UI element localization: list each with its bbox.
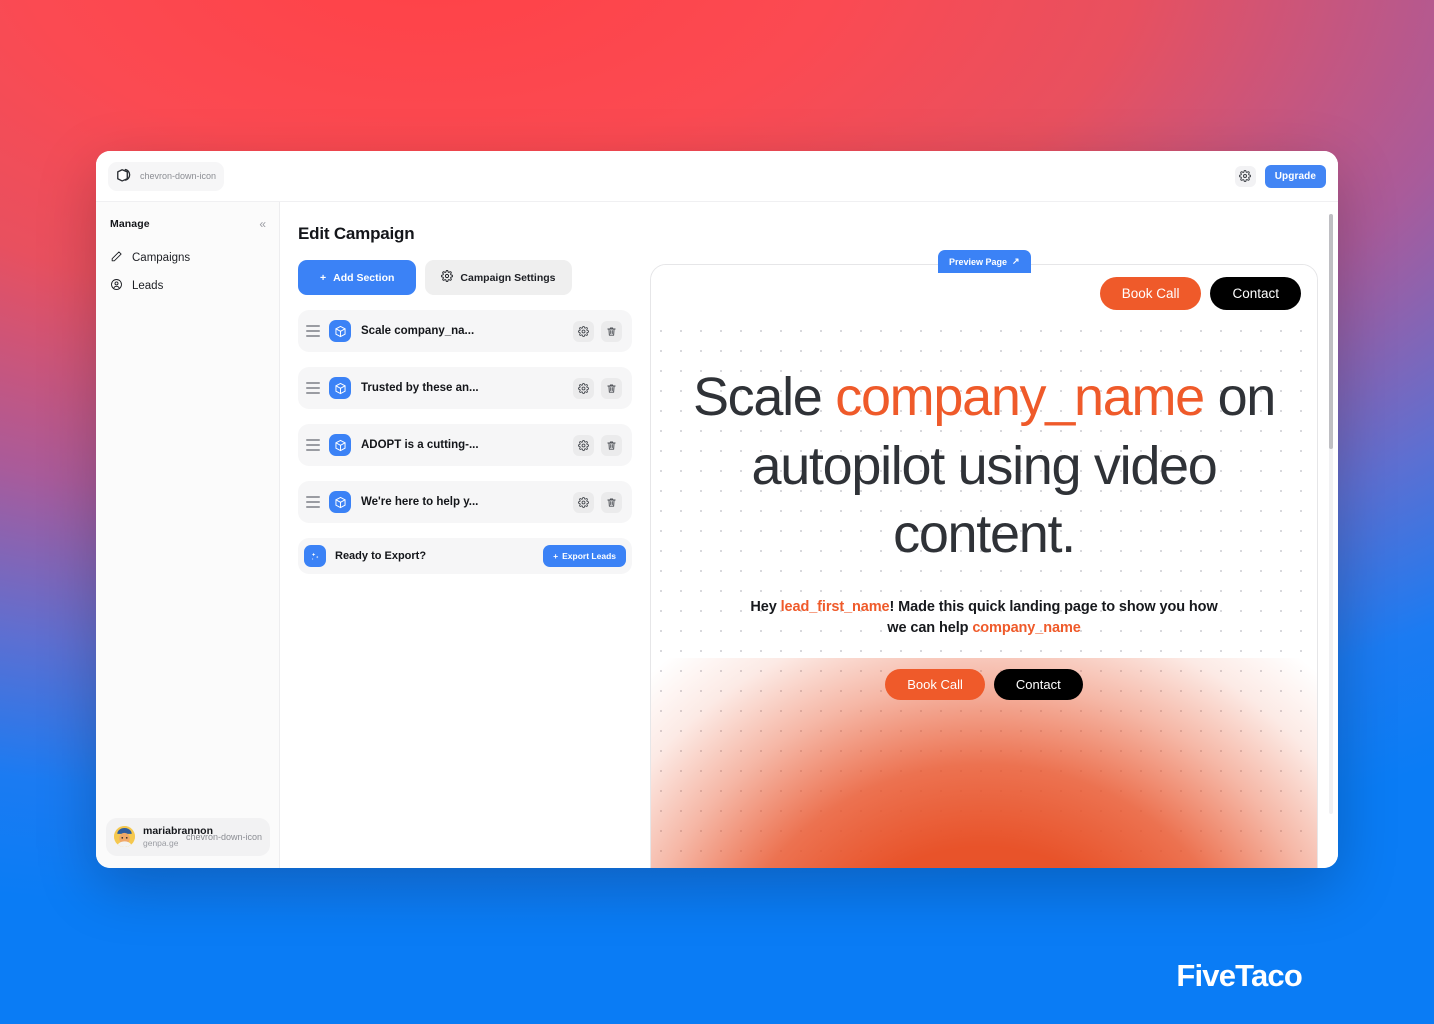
section-title: ADOPT is a cutting-... [361,439,479,451]
upgrade-button[interactable]: Upgrade [1264,164,1326,188]
hero-sub-part1: Hey [750,598,781,615]
sidebar-item-label: Leads [132,280,164,292]
section-list-item[interactable]: Scale company_na... [298,310,632,352]
hero-sub-variable-company: company_name [972,619,1081,636]
app-topbar: chevron-down-icon Upgrade [96,151,1338,202]
sidebar-collapse-button[interactable]: « [259,218,266,230]
section-settings-icon[interactable] [573,434,594,456]
section-delete-icon[interactable] [601,377,622,399]
landing-page-hero: Scale company_name on autopilot using vi… [651,321,1317,868]
drag-handle-icon[interactable] [306,382,320,394]
campaign-settings-button[interactable]: Campaign Settings [425,260,572,295]
sidebar-section-title: Manage [110,218,150,230]
nav-book-call-button[interactable]: Book Call [1099,276,1202,310]
hero-cta-group: Book Call Contact [681,668,1287,700]
user-circle-icon [110,278,123,294]
sidebar: Manage « Campaigns Leads mariabrannon ge… [96,202,280,868]
campaign-settings-label: Campaign Settings [460,271,556,284]
section-delete-icon[interactable] [601,320,622,342]
section-list-item[interactable]: Trusted by these an... [298,367,632,409]
app-body: Manage « Campaigns Leads mariabrannon ge… [96,202,1338,868]
add-section-label: Add Section [333,271,395,284]
campaign-editor-panel: Edit Campaign + Add Section Campaign Set… [280,202,650,868]
preview-scrollbar-thumb[interactable] [1329,214,1333,449]
landing-page-nav: Book Call Contact [651,265,1317,321]
brand-workspace-switcher[interactable]: chevron-down-icon [108,161,225,191]
cube-icon [329,320,351,342]
sparkle-icon [304,545,326,567]
section-list-item[interactable]: ADOPT is a cutting-... [298,424,632,466]
hero-headline: Scale company_name on autopilot using vi… [681,363,1287,569]
main-content: Edit Campaign + Add Section Campaign Set… [280,202,1338,868]
section-settings-icon[interactable] [573,377,594,399]
section-delete-icon[interactable] [601,491,622,513]
hero-headline-variable: company_name [835,367,1205,427]
cube-icon [329,377,351,399]
sidebar-item-campaigns[interactable]: Campaigns [96,244,279,272]
preview-page-button[interactable]: Preview Page ↗ [938,250,1031,273]
editor-toolbar: + Add Section Campaign Settings [298,260,632,295]
section-delete-icon[interactable] [601,434,622,456]
hero-sub-variable-first-name: lead_first_name [780,598,890,615]
topbar-actions: Upgrade [1234,164,1326,188]
gear-icon [441,270,454,285]
pencil-icon [110,250,123,266]
preview-page-label: Preview Page [949,256,1008,267]
chevron-down-icon: chevron-down-icon [140,170,217,181]
export-leads-button[interactable]: + Export Leads [543,545,626,567]
add-section-button[interactable]: + Add Section [298,260,417,295]
section-actions [573,320,622,342]
external-link-arrow-icon: ↗ [1012,256,1020,266]
section-title: Trusted by these an... [361,382,479,394]
drag-handle-icon[interactable] [306,439,320,451]
section-list-item[interactable]: We're here to help y... [298,481,632,523]
cube-icon [329,434,351,456]
section-settings-icon[interactable] [573,491,594,513]
preview-scrollbar[interactable] [1329,214,1333,814]
export-prompt-label: Ready to Export? [335,550,427,562]
cube-logo-icon [115,167,134,186]
plus-icon: + [320,271,327,284]
export-leads-label: Export Leads [562,551,616,561]
user-meta: mariabrannon genpa.ge/mariabrann... [143,824,214,849]
avatar [114,826,135,848]
page-title: Edit Campaign [298,224,415,243]
section-title: Scale company_na... [361,325,475,337]
fivetaco-watermark: FiveTaco [1176,958,1302,993]
section-actions [573,434,622,456]
drag-handle-icon[interactable] [306,325,320,337]
section-title: We're here to help y... [361,496,479,508]
section-actions [573,377,622,399]
app-window: chevron-down-icon Upgrade Manage « Campa… [96,151,1338,868]
section-actions [573,491,622,513]
section-settings-icon[interactable] [573,320,594,342]
user-account-card[interactable]: mariabrannon genpa.ge/mariabrann... chev… [106,817,270,856]
drag-handle-icon[interactable] [306,496,320,508]
export-leads-row: Ready to Export? + Export Leads [298,538,632,574]
sidebar-header: Manage « [96,218,279,230]
landing-page-preview-panel: Preview Page ↗ Book Call Contact Scale c… [650,202,1338,868]
user-name: mariabrannon [143,824,214,837]
nav-contact-button[interactable]: Contact [1210,276,1301,310]
plus-icon: + [553,551,559,561]
user-url: genpa.ge/mariabrann... [143,837,178,848]
preview-frame: Book Call Contact Scale company_name on … [650,264,1318,868]
gear-icon[interactable] [1234,165,1256,187]
hero-headline-part1: Scale [692,367,836,427]
hero-book-call-button[interactable]: Book Call [885,668,985,700]
cube-icon [329,491,351,513]
sidebar-item-leads[interactable]: Leads [96,272,279,300]
hero-contact-button[interactable]: Contact [993,668,1083,700]
hero-subheadline: Hey lead_first_name! Made this quick lan… [749,597,1219,639]
chevron-down-icon: chevron-down-icon [185,831,262,842]
sidebar-item-label: Campaigns [132,252,191,264]
